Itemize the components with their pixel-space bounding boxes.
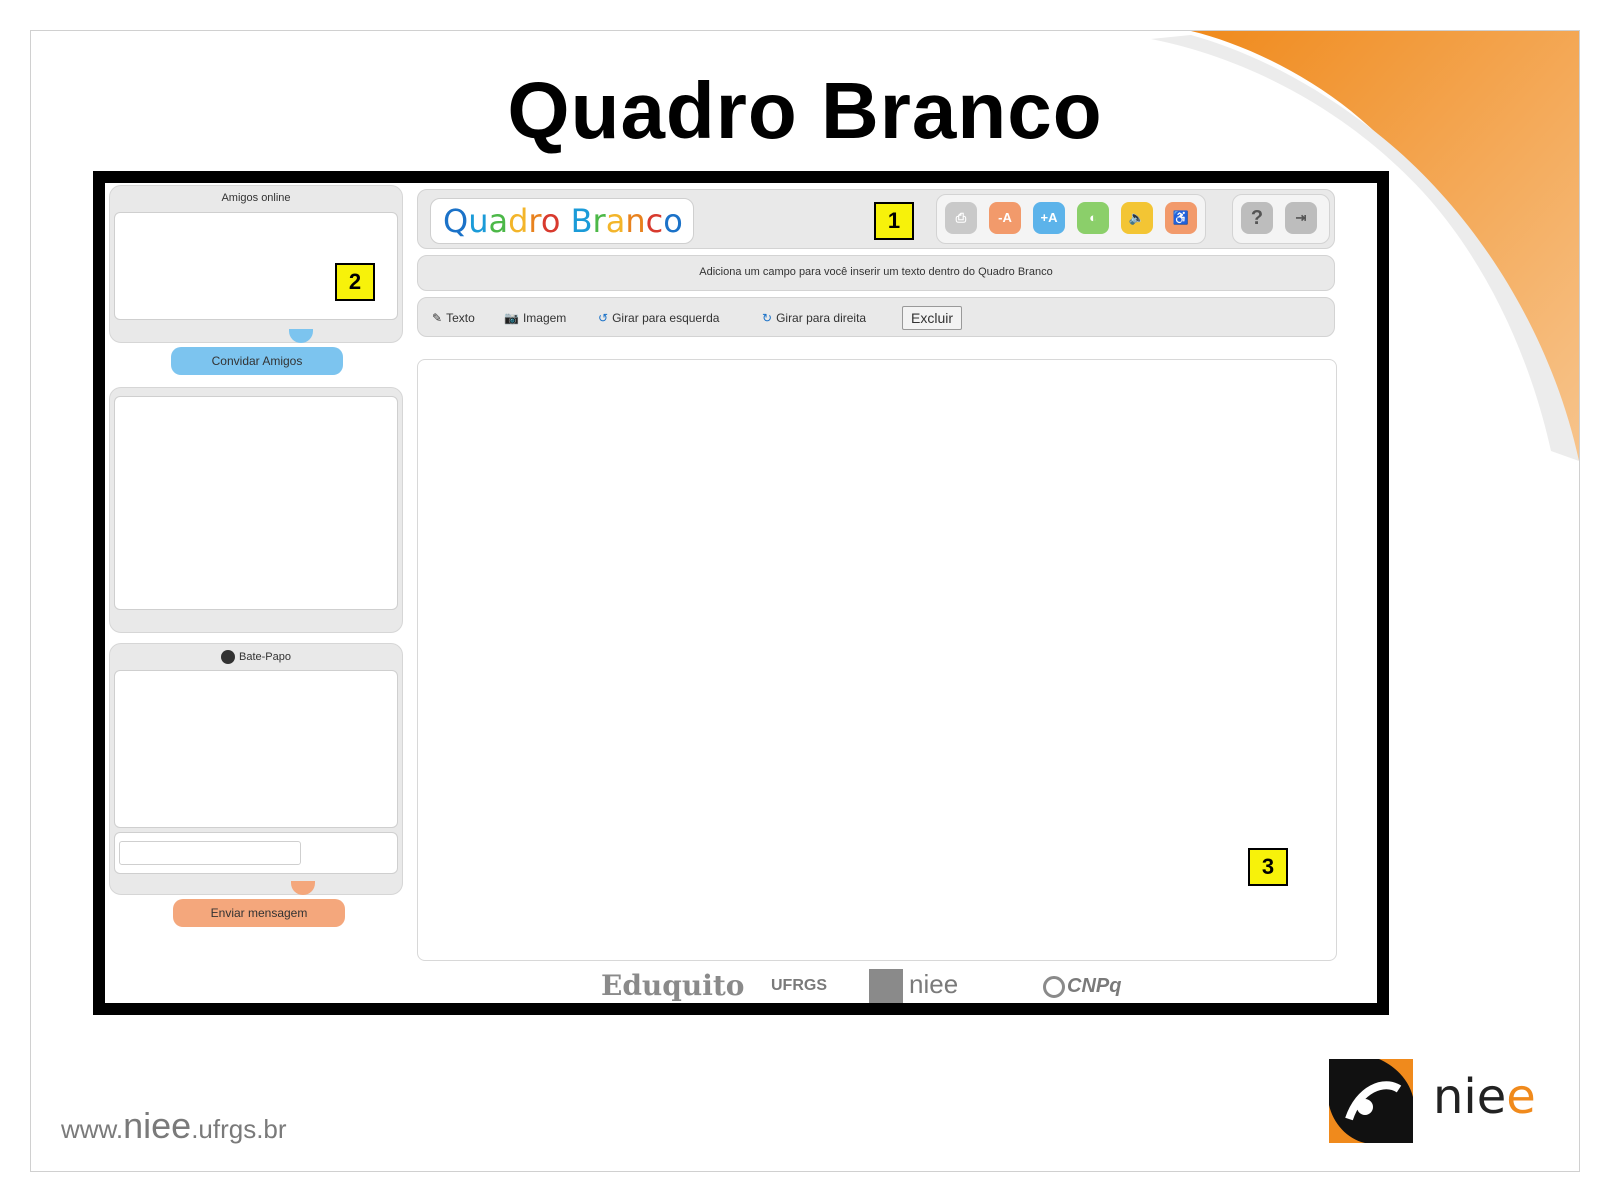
niee-small-icon	[869, 969, 903, 1004]
url-suffix: .ufrgs.br	[191, 1114, 287, 1144]
friends-panel-title: Amigos online	[221, 192, 291, 204]
send-message-button[interactable]: Enviar mensagem	[173, 899, 345, 927]
rotate-right-label: Girar para direita	[776, 311, 867, 325]
rotate-left-label: Girar para esquerda	[612, 311, 720, 325]
delete-button[interactable]: Excluir	[902, 306, 963, 330]
app-logo: Quadro Branco	[430, 198, 694, 244]
accessibility-toolbar: ⎙ -A +A ◐ 🔈 ♿	[936, 194, 1206, 244]
app-window: Amigos online 2 Convidar Amigos Bate-Pap…	[93, 171, 1389, 1015]
text-tool[interactable]: ✎ Texto	[432, 298, 475, 338]
whiteboard-canvas[interactable]: 3	[417, 359, 1337, 961]
info-panel	[109, 387, 403, 633]
slide-title: Quadro Branco	[507, 66, 1103, 155]
chat-panel: Bate-Papo	[109, 643, 403, 895]
niee-logo-mark	[1329, 1059, 1413, 1143]
app-logo-letter: Q	[443, 202, 469, 240]
help-toolbar: ? ⇥	[1232, 194, 1330, 244]
exit-icon[interactable]: ⇥	[1285, 202, 1317, 234]
rotate-left-icon: ↺	[598, 311, 609, 325]
hint-text: Adiciona um campo para você inserir um t…	[699, 266, 1053, 278]
app-logo-letter: r	[592, 202, 606, 240]
app-logo-letter	[560, 202, 570, 240]
cnpq-icon	[1043, 975, 1065, 998]
text-tool-icon: ✎	[432, 311, 443, 325]
invite-friends-button[interactable]: Convidar Amigos	[171, 347, 343, 375]
app-logo-letter: u	[468, 202, 489, 240]
app-logo-letter: n	[625, 202, 646, 240]
tools-bar: ✎ Texto 📷 Imagem ↺ Girar para esquerda ↻ Gir…	[417, 297, 1335, 337]
slide: Quadro Branco Amigos online 2 Convidar A…	[30, 30, 1580, 1172]
tag-3: 3	[1248, 848, 1288, 886]
eduquito-logo: Eduquito	[601, 969, 745, 1002]
text-tool-label: Texto	[446, 311, 475, 325]
chat-message-input[interactable]	[119, 841, 301, 865]
sound-icon[interactable]: 🔈	[1121, 202, 1153, 234]
tag-1: 1	[874, 202, 914, 240]
app-logo-letter: o	[663, 202, 683, 240]
niee-logo: niee	[1329, 1059, 1553, 1143]
app-logo-letter: o	[540, 202, 561, 240]
app-logo-letter: c	[645, 202, 664, 240]
niee-partner-logo: niee	[869, 969, 958, 1009]
app-logo-letter: r	[528, 202, 541, 240]
chat-icon	[221, 650, 235, 664]
image-tool[interactable]: 📷 Imagem	[504, 298, 566, 338]
chat-title: Bate-Papo	[239, 650, 291, 663]
camera-icon: 📷	[504, 311, 519, 325]
footer-url[interactable]: www.niee.ufrgs.br	[61, 1105, 287, 1147]
accessibility-icon[interactable]: ♿	[1165, 202, 1197, 234]
font-decrease-icon[interactable]: -A	[989, 202, 1021, 234]
niee-logo-text: niee	[1433, 1069, 1536, 1125]
app-logo-letter: a	[488, 202, 509, 240]
hint-bar: Adiciona um campo para você inserir um t…	[417, 255, 1335, 291]
info-panel-content	[114, 396, 398, 610]
print-icon[interactable]: ⎙	[945, 202, 977, 234]
ufrgs-logo: UFRGS	[771, 977, 827, 994]
cnpq-logo: CNPq	[1043, 975, 1121, 1015]
rotate-right-icon: ↻	[762, 311, 773, 325]
app-logo-letter: a	[605, 202, 626, 240]
font-increase-icon[interactable]: +A	[1033, 202, 1065, 234]
url-prefix: www.	[61, 1114, 124, 1144]
chat-messages	[114, 670, 398, 828]
chat-title-row: Bate-Papo	[110, 650, 402, 664]
image-tool-label: Imagem	[522, 311, 567, 325]
app-logo-letter: d	[508, 202, 529, 240]
header-bar: Quadro Branco 1 ⎙ -A +A ◐ 🔈 ♿ ? ⇥	[417, 189, 1335, 249]
rotate-left-tool[interactable]: ↺ Girar para esquerda	[598, 298, 719, 338]
chat-input-area	[114, 832, 398, 874]
rotate-right-tool[interactable]: ↻ Girar para direita	[762, 298, 866, 338]
url-main: niee	[123, 1105, 192, 1146]
cnpq-text: CNPq	[1067, 975, 1122, 997]
help-icon[interactable]: ?	[1241, 202, 1273, 234]
app-logo-letter: B	[570, 202, 593, 240]
niee-partner-text: niee	[909, 969, 959, 999]
contrast-icon[interactable]: ◐	[1077, 202, 1109, 234]
tag-2: 2	[335, 263, 375, 301]
